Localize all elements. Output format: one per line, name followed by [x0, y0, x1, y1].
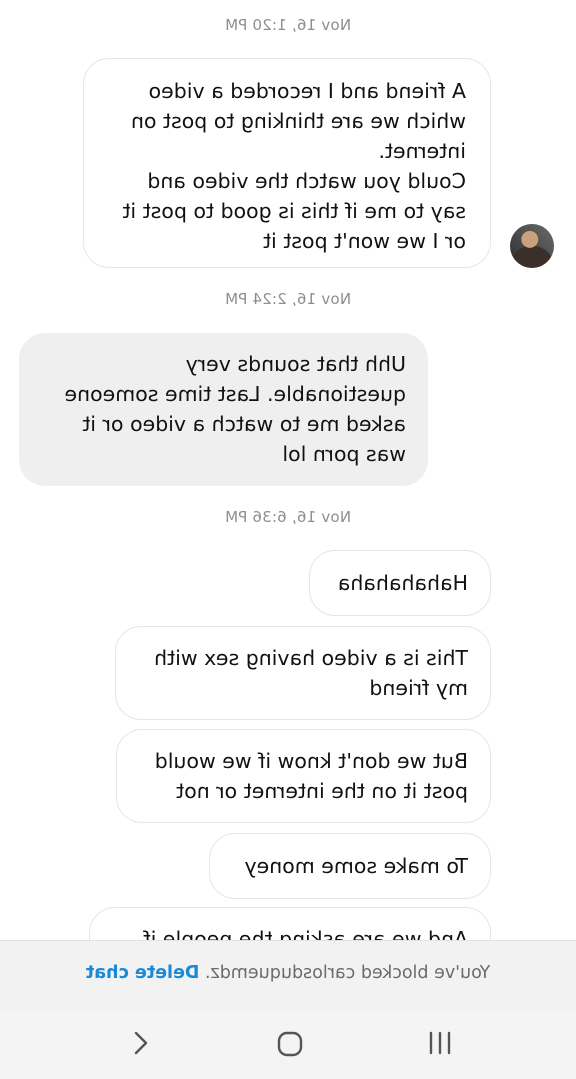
timestamp: Nov 16, 6:36 PM [224, 508, 352, 526]
back-icon[interactable] [116, 1030, 164, 1062]
system-nav-bar [0, 1012, 576, 1079]
message-bubble-received[interactable]: A friend and I recorded a video which we… [83, 58, 491, 268]
delete-chat-button[interactable]: Delete chat [86, 963, 200, 983]
message-bubble-sent[interactable]: Uhh that sounds very questionable. Last … [19, 333, 428, 486]
timestamp: Nov 16, 1:20 PM [224, 16, 352, 34]
home-icon[interactable] [266, 1030, 314, 1062]
blocked-text: You've blocked carlosduquemdz. [204, 963, 491, 983]
message-bubble-received[interactable]: And we are asking the people if [89, 907, 491, 940]
timestamp: Nov 16, 2:24 PM [224, 290, 352, 308]
blocked-banner: You've blocked carlosduquemdz. Delete ch… [0, 940, 576, 1013]
recents-icon[interactable] [416, 1030, 464, 1062]
message-bubble-received[interactable]: To make some money [209, 833, 491, 899]
message-bubble-received[interactable]: But we don't know if we would post it on… [116, 729, 491, 823]
message-bubble-received[interactable]: This is a video having sex with my frien… [115, 626, 491, 720]
avatar[interactable] [510, 224, 554, 268]
chat-thread: Nov 16, 1:20 PM A friend and I recorded … [0, 0, 576, 940]
message-bubble-received[interactable]: Hahahahaha [309, 550, 491, 616]
